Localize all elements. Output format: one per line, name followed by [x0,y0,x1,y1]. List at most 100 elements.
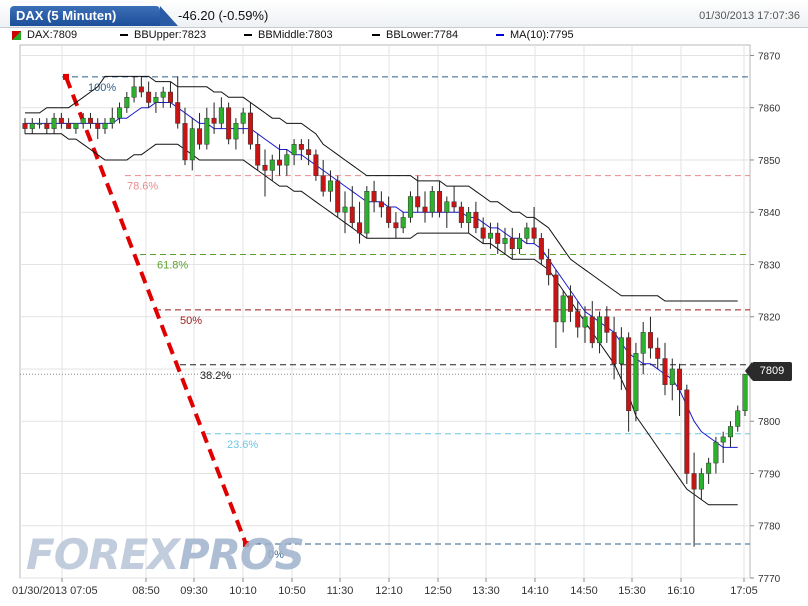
watermark-part2: PROS [178,530,305,579]
candle-body [466,211,472,223]
x-tick-label: 12:10 [375,585,403,597]
candle-body [553,274,559,323]
candle-body [204,117,210,145]
candle-body [298,144,304,150]
candle-body [458,206,464,223]
candle-body [146,91,152,103]
candle-body [502,238,508,244]
candle-body [429,191,435,213]
candle-body [51,117,57,129]
candle-body [480,227,486,239]
fib-level-label: 50% [180,315,202,327]
candle-body [131,86,137,98]
y-tick-label: 7830 [758,260,781,271]
candle-body [284,154,290,166]
x-tick-label: 12:50 [424,585,452,597]
candle-body [306,149,312,155]
candle-body [437,191,443,213]
candle-body [604,316,610,333]
fibonacci-levels: 100%78.6%61.8%50%38.2%23.6%0% [62,73,750,561]
candle-body [44,123,50,129]
candle-body [80,117,86,124]
candle-body [364,191,370,234]
candle-body [415,196,421,208]
candle-body [109,117,115,124]
candle-body [269,159,275,171]
candle-body [517,238,523,250]
candle-body [386,206,392,223]
candle-body [531,227,537,239]
y-tick-label: 7770 [758,574,781,585]
candle-body [327,180,333,192]
candle-body [640,332,646,354]
candle-body [589,316,595,344]
x-tick-label: 01/30/2013 07:05 [12,585,98,597]
y-tick-label: 7780 [758,522,781,533]
candle-body [618,337,624,365]
candle-body [247,112,253,145]
candle-body [37,123,43,125]
candle-body [189,128,195,161]
candle-body [335,180,341,213]
y-tick-label: 7850 [758,156,781,167]
x-tick-label: 08:50 [132,585,160,597]
watermark-part1: FOREX [26,530,180,579]
fib-anchor-start [63,73,69,80]
x-tick-label: 10:50 [278,585,306,597]
candle-body [255,144,261,166]
candle-body [560,295,566,323]
candle-body [240,112,246,124]
candle-body [117,107,123,119]
candle-body [58,117,64,124]
x-tick-label: 16:10 [667,585,695,597]
candle-body [509,238,515,250]
fib-level-label: 78.6% [127,181,158,193]
y-tick-label: 7870 [758,51,781,62]
candle-body [473,211,479,229]
candle-body [277,159,283,166]
candle-body [211,117,217,124]
candle-body [371,191,377,203]
forexpros-watermark: FOREXPROS [26,530,305,579]
candle-body [400,217,406,229]
candle-body [73,123,79,129]
candle-body [597,316,603,344]
candle-body [546,258,552,276]
grid [19,44,751,579]
candle-body [153,97,159,103]
candle-body [197,128,203,145]
y-tick-label: 7820 [758,313,781,324]
candle-body [567,295,573,312]
candle-body [662,358,668,385]
candle-body [495,232,501,244]
x-tick-label: 10:10 [229,585,257,597]
candle-body [95,123,101,129]
x-tick-label: 14:10 [521,585,549,597]
candle-body [691,473,697,490]
candle-body [727,426,733,438]
candle-body [175,102,181,124]
candle-body [22,123,28,129]
candle-body [291,144,297,155]
candle-body [677,368,683,391]
candle-body [451,201,457,208]
candle-body [138,86,144,93]
candle-body [124,97,130,108]
candle-body [226,107,232,140]
candle-body [262,164,268,171]
candle-body [160,91,166,98]
candle-body [655,347,661,359]
axes: 7870786078507840783078207810780077907780… [12,51,781,597]
last-price-tag: 7809 [745,362,792,381]
candle-body [349,206,355,223]
candle-body [182,123,188,161]
plot-border [19,44,751,579]
candle-body [735,410,741,427]
y-tick-label: 7860 [758,104,781,115]
candle-body [575,311,581,328]
candle-body [357,222,363,234]
x-tick-label: 13:30 [472,585,500,597]
indicator-lines [25,75,738,506]
candlesticks [22,76,748,547]
candle-body [407,196,413,218]
